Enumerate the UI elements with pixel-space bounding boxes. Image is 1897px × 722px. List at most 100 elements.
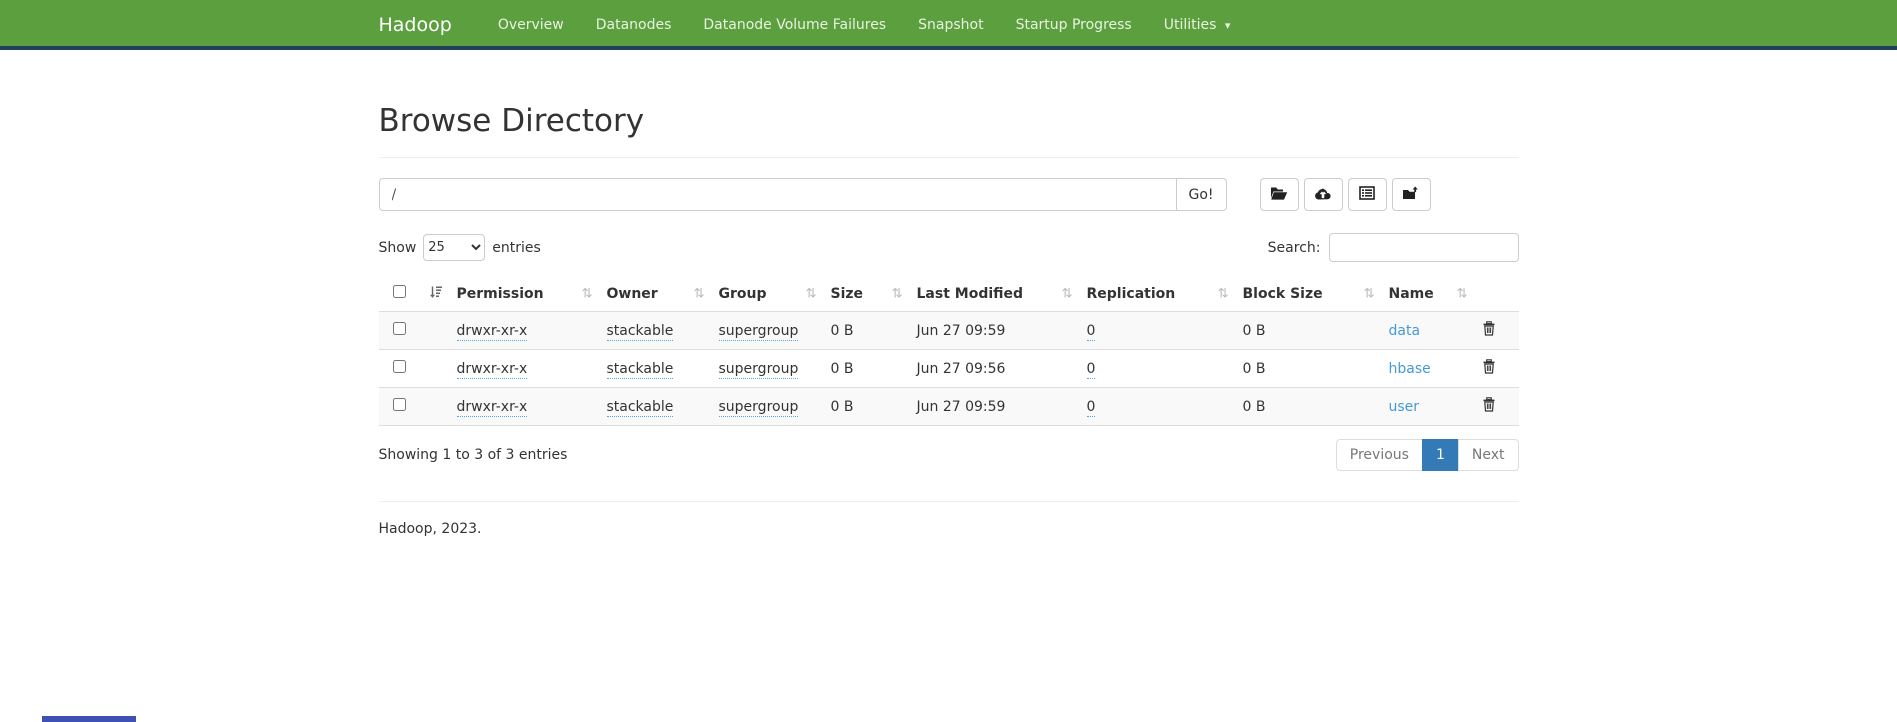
sort-icon: ⇅: [892, 286, 903, 301]
header-group[interactable]: Group ⇅: [711, 276, 823, 312]
nav-item-snapshot[interactable]: Snapshot: [902, 0, 999, 50]
show-label: Show: [379, 240, 417, 256]
row-checkbox[interactable]: [393, 360, 406, 373]
move-directory-button[interactable]: [1392, 178, 1431, 211]
trash-icon: [1482, 359, 1496, 377]
size-value: 0 B: [831, 323, 854, 339]
folder-move-icon: [1402, 186, 1420, 204]
header-block-size[interactable]: Block Size ⇅: [1235, 276, 1381, 312]
nav-item-overview[interactable]: Overview: [482, 0, 580, 50]
search-input[interactable]: [1329, 233, 1519, 262]
header-select-all: [379, 276, 449, 312]
top-navbar: Hadoop Overview Datanodes Datanode Volum…: [0, 0, 1897, 50]
trash-icon: [1482, 397, 1496, 415]
replication-value[interactable]: 0: [1087, 361, 1096, 379]
page-length-control: Show 25 entries: [379, 234, 541, 261]
sort-icon: ⇅: [1364, 286, 1375, 301]
replication-value[interactable]: 0: [1087, 399, 1096, 417]
header-permission[interactable]: Permission ⇅: [449, 276, 599, 312]
group-value[interactable]: supergroup: [719, 323, 799, 341]
last-modified-value: Jun 27 09:59: [917, 323, 1006, 339]
last-modified-value: Jun 27 09:56: [917, 361, 1006, 377]
page-length-select[interactable]: 25: [423, 234, 485, 261]
nav-item-utilities-dropdown[interactable]: Utilities ▾: [1148, 0, 1247, 51]
permission-value[interactable]: drwxr-xr-x: [457, 323, 528, 341]
sort-icon: ⇅: [582, 286, 593, 301]
block-size-value: 0 B: [1243, 361, 1266, 377]
table-row: drwxr-xr-x stackable supergroup 0 B Jun …: [379, 388, 1519, 426]
header-last-modified[interactable]: Last Modified ⇅: [909, 276, 1079, 312]
pagination-previous[interactable]: Previous: [1336, 439, 1423, 471]
directory-toolbar: [1260, 178, 1436, 211]
select-all-checkbox[interactable]: [393, 285, 406, 298]
header-size-label: Size: [831, 286, 864, 302]
file-list-button[interactable]: [1348, 178, 1387, 211]
pagination-page-1[interactable]: 1: [1422, 439, 1459, 471]
pagination: Previous 1 Next: [1336, 439, 1519, 471]
page-footer: Hadoop, 2023.: [379, 521, 1519, 537]
search-label: Search:: [1268, 240, 1321, 256]
brand-hadoop[interactable]: Hadoop: [379, 0, 452, 50]
group-value[interactable]: supergroup: [719, 361, 799, 379]
directory-link[interactable]: user: [1389, 399, 1420, 415]
permission-value[interactable]: drwxr-xr-x: [457, 399, 528, 417]
header-last-modified-label: Last Modified: [917, 286, 1024, 302]
header-owner[interactable]: Owner ⇅: [599, 276, 711, 312]
block-size-value: 0 B: [1243, 399, 1266, 415]
replication-value[interactable]: 0: [1087, 323, 1096, 341]
last-modified-value: Jun 27 09:59: [917, 399, 1006, 415]
table-row: drwxr-xr-x stackable supergroup 0 B Jun …: [379, 350, 1519, 388]
row-checkbox[interactable]: [393, 322, 406, 335]
trash-icon: [1482, 321, 1496, 339]
page-title: Browse Directory: [379, 103, 1519, 139]
nav-item-datanode-volume-failures[interactable]: Datanode Volume Failures: [687, 0, 902, 50]
main-content: Browse Directory Go!: [379, 103, 1519, 537]
header-permission-label: Permission: [457, 286, 544, 302]
owner-value[interactable]: stackable: [607, 323, 674, 341]
list-icon: [1359, 186, 1375, 203]
group-value[interactable]: supergroup: [719, 399, 799, 417]
directory-table: Permission ⇅ Owner ⇅ Group ⇅ Size ⇅ Last…: [379, 276, 1519, 426]
sort-icon: ⇅: [694, 286, 705, 301]
folder-open-icon: [1270, 186, 1288, 204]
header-size[interactable]: Size ⇅: [823, 276, 909, 312]
upload-icon: [1314, 186, 1332, 204]
directory-link[interactable]: hbase: [1389, 361, 1431, 377]
nav-item-datanodes[interactable]: Datanodes: [580, 0, 688, 50]
go-button[interactable]: Go!: [1176, 178, 1227, 211]
owner-value[interactable]: stackable: [607, 399, 674, 417]
header-replication-label: Replication: [1087, 286, 1176, 302]
table-row: drwxr-xr-x stackable supergroup 0 B Jun …: [379, 312, 1519, 350]
table-controls: Show 25 entries Search:: [379, 233, 1519, 262]
delete-button[interactable]: [1482, 321, 1496, 339]
delete-button[interactable]: [1482, 397, 1496, 415]
sort-icon: ⇅: [1218, 286, 1229, 301]
path-bar: Go!: [379, 178, 1519, 211]
row-checkbox[interactable]: [393, 398, 406, 411]
bottom-status-strip: [42, 716, 136, 722]
block-size-value: 0 B: [1243, 323, 1266, 339]
create-directory-button[interactable]: [1260, 178, 1299, 211]
pagination-next[interactable]: Next: [1458, 439, 1519, 471]
search-control: Search:: [1268, 233, 1519, 262]
permission-value[interactable]: drwxr-xr-x: [457, 361, 528, 379]
table-footer: Showing 1 to 3 of 3 entries Previous 1 N…: [379, 439, 1519, 471]
divider: [379, 501, 1519, 502]
entries-info: Showing 1 to 3 of 3 entries: [379, 447, 568, 463]
sort-icon: ⇅: [1062, 286, 1073, 301]
directory-link[interactable]: data: [1389, 323, 1421, 339]
owner-value[interactable]: stackable: [607, 361, 674, 379]
header-block-size-label: Block Size: [1243, 286, 1323, 302]
upload-file-button[interactable]: [1304, 178, 1343, 211]
header-name[interactable]: Name ⇅: [1381, 276, 1474, 312]
delete-button[interactable]: [1482, 359, 1496, 377]
chevron-down-icon: ▾: [1225, 19, 1231, 32]
size-value: 0 B: [831, 399, 854, 415]
nav-item-startup-progress[interactable]: Startup Progress: [1000, 0, 1148, 50]
path-input-group: Go!: [379, 178, 1227, 211]
sort-amount-icon[interactable]: [429, 285, 443, 302]
directory-path-input[interactable]: [379, 178, 1176, 211]
divider: [379, 157, 1519, 158]
size-value: 0 B: [831, 361, 854, 377]
header-replication[interactable]: Replication ⇅: [1079, 276, 1235, 312]
